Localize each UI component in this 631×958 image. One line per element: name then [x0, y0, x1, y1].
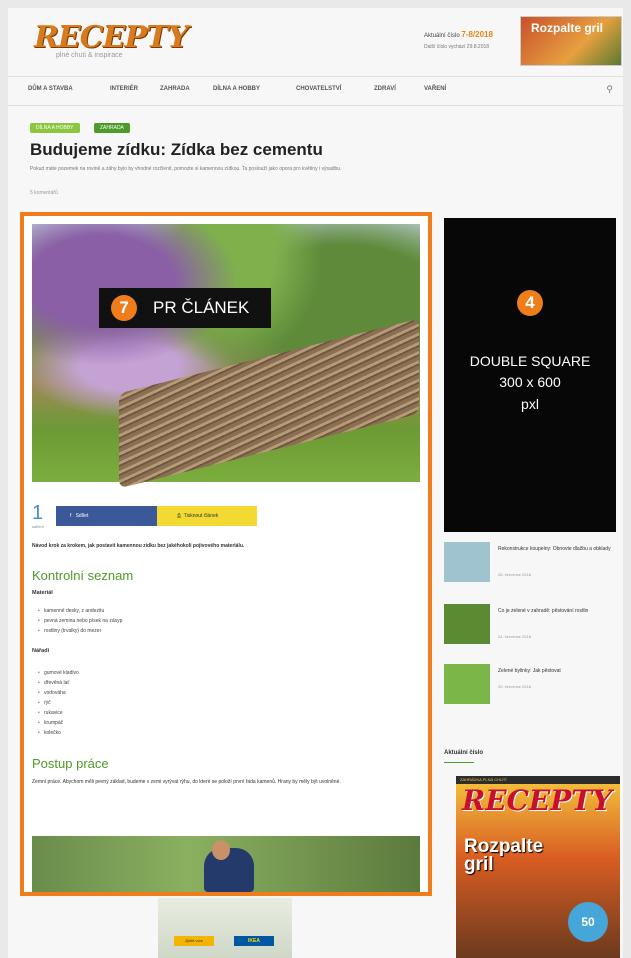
- share-count-label: sdílení: [32, 524, 44, 529]
- tools-item: rukavice: [38, 710, 63, 716]
- nav-item-dilna-a-hobby[interactable]: DÍLNA A HOBBY: [213, 86, 260, 92]
- issue-info: Aktuální číslo 7-8/2018: [424, 30, 493, 39]
- photo-person: [204, 848, 254, 892]
- pr-label-text: PR ČLÁNEK: [153, 298, 250, 317]
- main-navigation: DŮM A STAVBA INTERIÉR ZAHRADA DÍLNA A HO…: [8, 76, 623, 106]
- ad-label-line3: pxl: [521, 396, 539, 412]
- issue-number: 7-8/2018: [461, 30, 493, 39]
- cover-headline-line2: gril: [464, 854, 494, 875]
- nav-item-zdravi[interactable]: ZDRAVÍ: [374, 86, 396, 92]
- sidebar-thumb-1[interactable]: [444, 542, 490, 582]
- sidebar-item-title-1[interactable]: Rekonstrukce koupelny: Obnovte dlažbu a …: [498, 546, 618, 553]
- sidebar-thumb-3[interactable]: [444, 664, 490, 704]
- sidebar-item-date-2: 24. července 2018: [498, 634, 531, 639]
- print-icon: ⎙: [177, 513, 182, 519]
- ad-label-line1: DOUBLE SQUARE: [469, 353, 591, 369]
- tools-heading: Nářadí: [32, 648, 50, 654]
- current-issue-cover[interactable]: ZAHRÁDKA PLNÁ CHUTÍ RECEPTY Rozpalte gri…: [456, 776, 620, 958]
- cover-logo: RECEPTY: [462, 784, 613, 817]
- page: RECEPTY plné chuti & inspirace Aktuální …: [8, 8, 623, 958]
- search-icon[interactable]: ⚲: [606, 84, 613, 95]
- pr-article-label: 7 PR ČLÁNEK: [99, 288, 271, 328]
- issue-cover-thumbnail[interactable]: Rozpalte gril: [520, 16, 622, 66]
- tools-item: dřevěná lať: [38, 680, 69, 686]
- cover-headline: Rozpalte gril: [464, 837, 543, 875]
- article-lead: Pokud máte pozemek na rovině a záhy bylo…: [30, 166, 342, 172]
- tools-item: rýč: [38, 700, 50, 706]
- tools-item: gumové kladivo: [38, 670, 79, 676]
- materials-heading: Materiál: [32, 590, 53, 596]
- banner-cta-button[interactable]: Zjistit více: [174, 936, 214, 946]
- materials-item: pevná zemina nebo písek na zásyp: [38, 618, 122, 624]
- procedure-heading: Postup práce: [32, 756, 109, 771]
- procedure-text: Zemní práce. Abychom měli pevný základ, …: [32, 779, 341, 785]
- heading-underline: [444, 762, 474, 763]
- comments-count[interactable]: 5 komentářů: [30, 190, 58, 196]
- sidebar-item-title-2[interactable]: Co je zelené v zahradě: pěstování rostli…: [498, 608, 618, 615]
- cover-badge: 50: [568, 902, 608, 942]
- materials-item: rostliny (trvalky) do mezer: [38, 628, 101, 634]
- tools-item: vodováha: [38, 690, 66, 696]
- tag-zahrada[interactable]: ZAHRADA: [94, 123, 130, 133]
- sidebar-item-date-1: 28. července 2018: [498, 572, 531, 577]
- ad-number-badge: 4: [517, 290, 543, 316]
- share-count: 1 sdílení: [32, 502, 44, 529]
- share-bar: 1 sdílení f Sdílet ⎙ Tisknout článek: [32, 502, 420, 529]
- photo-person-head: [212, 840, 230, 860]
- tools-item: krumpáč: [38, 720, 63, 726]
- ikea-logo: IKEA: [234, 936, 274, 946]
- ad-label-line2: 300 x 600: [499, 374, 561, 390]
- facebook-share-label: Sdílet: [75, 513, 89, 519]
- bottom-banner-ad[interactable]: Zjistit více IKEA: [158, 898, 292, 958]
- issue-next-date: Další číslo vychází 29.8.2018: [424, 44, 490, 50]
- current-issue-heading: Aktuální číslo: [444, 750, 484, 756]
- nav-item-interier[interactable]: INTERIÉR: [110, 86, 138, 92]
- sidebar-thumb-2[interactable]: [444, 604, 490, 644]
- tools-item: kolečko: [38, 730, 61, 736]
- share-count-value: 1: [32, 502, 44, 524]
- checklist-heading: Kontrolní seznam: [32, 568, 134, 583]
- cover-mini-text: Rozpalte gril: [531, 21, 604, 35]
- facebook-icon: f: [70, 513, 72, 519]
- pr-article-area: 7 PR ČLÁNEK 1 sdílení f Sdílet ⎙ Tisknou…: [20, 212, 432, 896]
- tag-dilna-a-hobby[interactable]: DÍLNA A HOBBY: [30, 123, 80, 133]
- sidebar-item-date-3: 20. července 2018: [498, 684, 531, 689]
- ad-double-square[interactable]: 4 DOUBLE SQUARE 300 x 600 pxl: [444, 218, 616, 532]
- nav-item-zahrada[interactable]: ZAHRADA: [160, 86, 190, 92]
- sidebar-item-title-3[interactable]: Zelené bylinky: Jak pěstovat: [498, 668, 618, 675]
- nav-item-vareni[interactable]: VAŘENÍ: [424, 86, 446, 92]
- article-title: Budujeme zídku: Zídka bez cementu: [30, 140, 323, 159]
- materials-item: kamenné desky, z andezitu: [38, 608, 104, 614]
- facebook-share-button[interactable]: f Sdílet: [56, 506, 157, 526]
- pr-number-badge: 7: [111, 295, 137, 321]
- issue-prefix: Aktuální číslo: [424, 33, 460, 39]
- article-intro: Návod krok za krokem, jak postavit kamen…: [32, 543, 245, 549]
- site-logo-subtitle: plné chuti & inspirace: [56, 52, 123, 59]
- print-article-button[interactable]: ⎙ Tisknout článek: [157, 506, 257, 526]
- site-logo[interactable]: RECEPTY: [34, 20, 189, 55]
- cover-topbar: ZAHRÁDKA PLNÁ CHUTÍ: [456, 776, 620, 784]
- nav-item-dum-a-stavba[interactable]: DŮM A STAVBA: [28, 86, 73, 92]
- print-article-label: Tisknout článek: [183, 513, 219, 519]
- nav-item-chovatelstvi[interactable]: CHOVATELSTVÍ: [296, 86, 341, 92]
